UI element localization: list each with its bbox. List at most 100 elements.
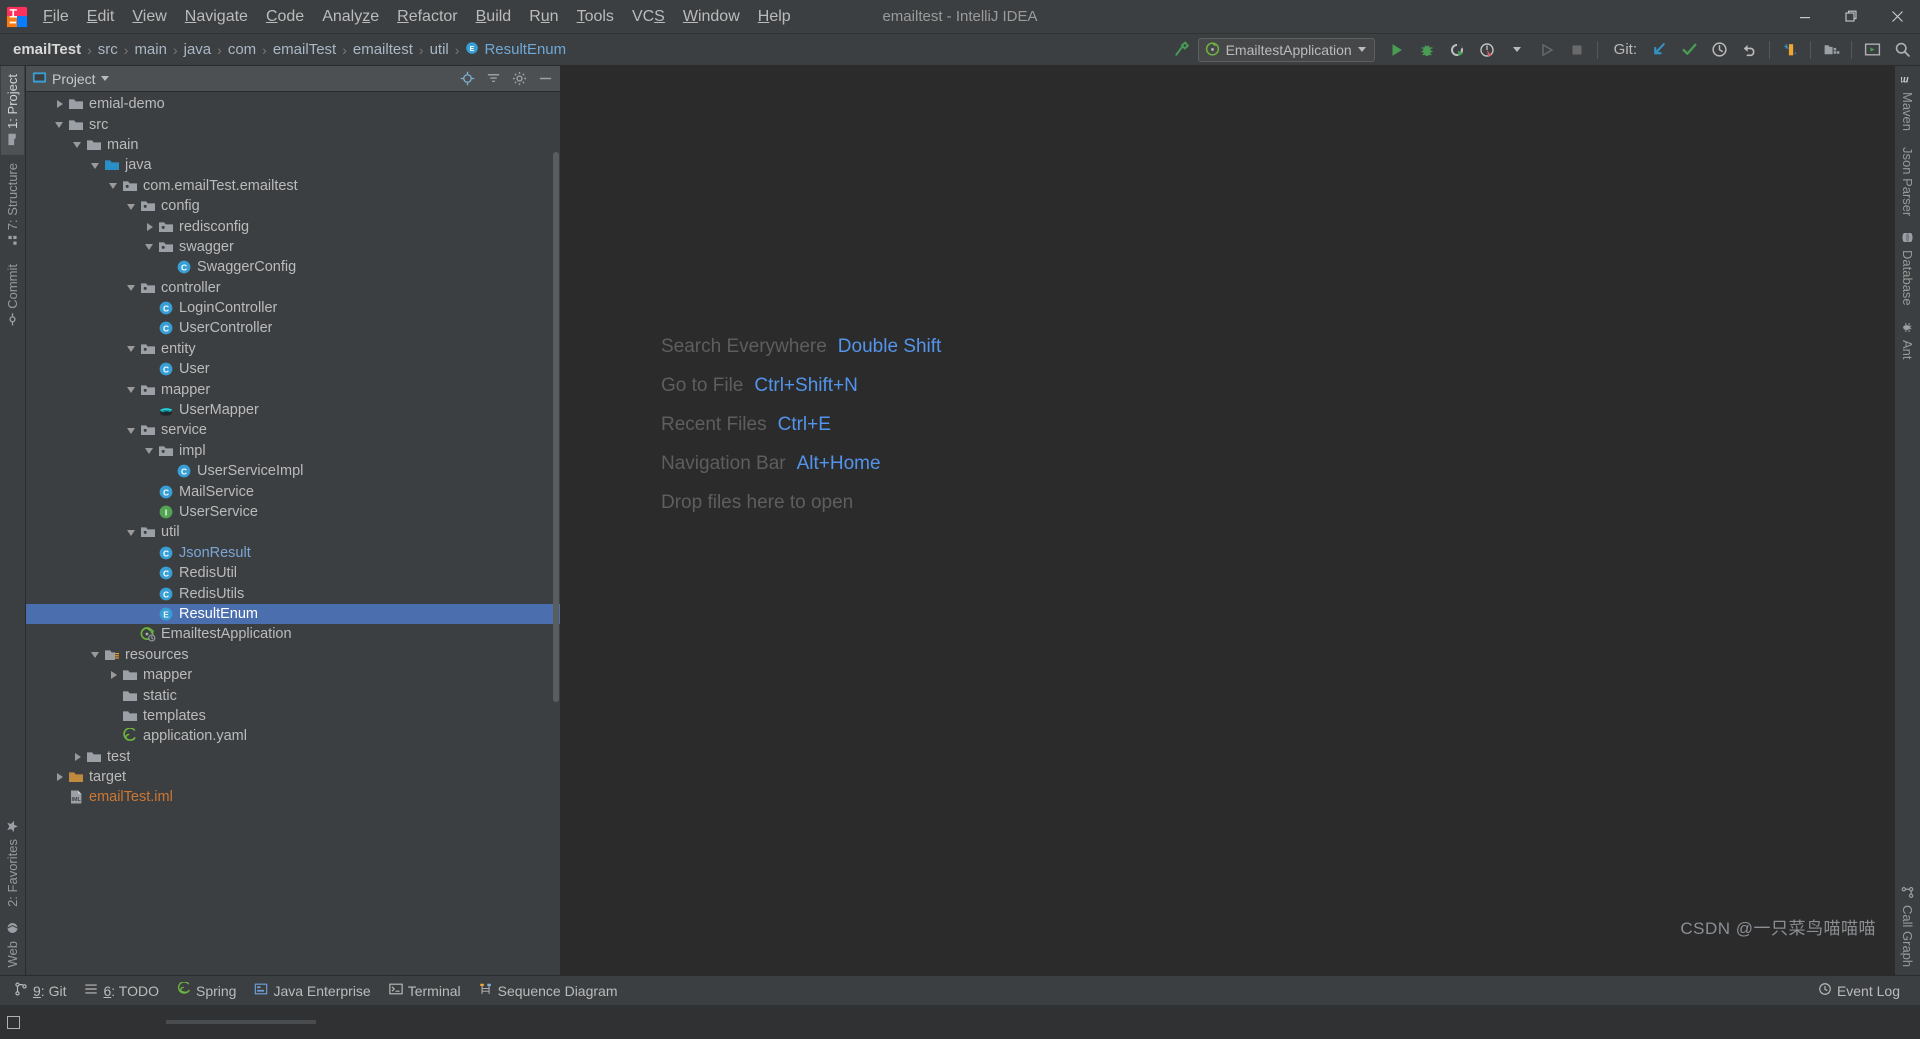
profiler-dropdown[interactable] — [1503, 37, 1531, 63]
chevron-down-icon[interactable] — [126, 282, 138, 294]
sidebar-item-call-graph[interactable]: Call Graph — [1896, 879, 1919, 975]
menu-code[interactable]: Code — [257, 5, 313, 29]
menu-view[interactable]: View — [123, 5, 175, 29]
tree-row[interactable]: C RedisUtils — [26, 583, 560, 603]
stop-button[interactable] — [1563, 37, 1591, 63]
tree-row[interactable]: templates — [26, 706, 560, 726]
menu-analyze[interactable]: Analyze — [313, 5, 388, 29]
breadcrumb-item-8[interactable]: E ResultEnum — [460, 39, 571, 61]
update-project-icon[interactable] — [1645, 37, 1673, 63]
collapse-all-button[interactable] — [484, 70, 502, 88]
tree-row[interactable]: UserMapper — [26, 400, 560, 420]
breadcrumb-item-3[interactable]: java — [179, 39, 217, 60]
chevron-down-icon[interactable] — [126, 526, 138, 538]
gear-icon[interactable] — [510, 70, 528, 88]
chevron-right-icon[interactable] — [144, 221, 156, 233]
sidebar-item-web[interactable]: Web — [1, 915, 24, 976]
menu-refactor[interactable]: Refactor — [388, 5, 466, 29]
sidebar-item-favorites[interactable]: 2: Favorites — [1, 813, 24, 915]
tree-row[interactable]: util — [26, 522, 560, 542]
chevron-down-icon[interactable] — [90, 649, 102, 661]
chevron-down-icon[interactable] — [126, 384, 138, 396]
chevron-down-icon[interactable] — [54, 119, 66, 131]
status-item-todo[interactable]: 6: TODO — [76, 979, 167, 1002]
sidebar-item-structure[interactable]: 7: Structure — [1, 155, 24, 256]
chevron-down-icon[interactable] — [144, 445, 156, 457]
commit-icon[interactable] — [1675, 37, 1703, 63]
menu-window[interactable]: Window — [674, 5, 749, 29]
chevron-down-icon[interactable] — [72, 139, 84, 151]
menu-file[interactable]: File — [34, 5, 78, 29]
taskbar-window-item[interactable] — [166, 1020, 316, 1024]
status-item-git[interactable]: 9: Git — [6, 979, 74, 1002]
breadcrumb-item-6[interactable]: emailtest — [348, 39, 418, 60]
menu-run[interactable]: Run — [520, 5, 567, 29]
debug-button[interactable] — [1413, 37, 1441, 63]
tree-row[interactable]: emial-demo — [26, 94, 560, 114]
sidebar-item-commit[interactable]: Commit — [1, 256, 24, 335]
tree-row[interactable]: static — [26, 685, 560, 705]
tree-row[interactable]: swagger — [26, 237, 560, 257]
minimize-button[interactable] — [1782, 0, 1828, 34]
run-with-coverage-button[interactable] — [1443, 37, 1471, 63]
tree-row[interactable]: C RedisUtil — [26, 563, 560, 583]
tree-row[interactable]: controller — [26, 278, 560, 298]
tree-row[interactable]: com.emailTest.emailtest — [26, 176, 560, 196]
chevron-right-icon[interactable] — [54, 771, 66, 783]
sidebar-item-json-parser[interactable]: Json Parser — [1896, 139, 1919, 224]
status-item-spring[interactable]: Spring — [169, 979, 244, 1002]
tree-row[interactable]: C JsonResult — [26, 543, 560, 563]
chevron-right-icon[interactable] — [54, 98, 66, 110]
tree-row[interactable]: entity — [26, 339, 560, 359]
breadcrumb-item-1[interactable]: src — [93, 39, 123, 60]
tree-row[interactable]: redisconfig — [26, 216, 560, 236]
tree-row[interactable]: IML emailTest.iml — [26, 787, 560, 807]
tree-row[interactable]: mapper — [26, 379, 560, 399]
tree-scrollbar-thumb[interactable] — [553, 152, 559, 702]
breadcrumb-item-2[interactable]: main — [129, 39, 172, 60]
breadcrumb-item-5[interactable]: emailTest — [268, 39, 341, 60]
search-everywhere-icon[interactable] — [1888, 37, 1916, 63]
chevron-right-icon[interactable] — [108, 669, 120, 681]
breadcrumb-item-7[interactable]: util — [425, 39, 454, 60]
run-button[interactable] — [1383, 37, 1411, 63]
status-item-terminal[interactable]: Terminal — [381, 979, 469, 1002]
chevron-down-icon[interactable] — [126, 200, 138, 212]
tree-row[interactable]: src — [26, 114, 560, 134]
tree-row[interactable]: java — [26, 155, 560, 175]
hammer-icon[interactable] — [1168, 37, 1196, 63]
menu-help[interactable]: Help — [749, 5, 800, 29]
project-structure-icon[interactable] — [1817, 37, 1845, 63]
bookmarks-icon[interactable] — [1776, 37, 1804, 63]
sidebar-item-ant[interactable]: Ant — [1896, 314, 1919, 368]
editor-area[interactable]: Search Everywhere Double Shift Go to File C… — [561, 66, 1894, 975]
status-item-sequence-diagram[interactable]: Sequence Diagram — [471, 979, 626, 1002]
menu-tools[interactable]: Tools — [568, 5, 623, 29]
tree-row-selected[interactable]: E ResultEnum — [26, 603, 560, 625]
status-item-java-enterprise[interactable]: Java Enterprise — [246, 979, 378, 1002]
tree-row[interactable]: I UserService — [26, 502, 560, 522]
project-panel-title[interactable]: Project — [32, 70, 109, 88]
breadcrumb-item-4[interactable]: com — [223, 39, 261, 60]
project-tree[interactable]: emial-demo src main java com.emailTest.email… — [26, 92, 560, 975]
history-icon[interactable] — [1705, 37, 1733, 63]
tree-row[interactable]: main — [26, 135, 560, 155]
menu-vcs[interactable]: VCS — [623, 5, 674, 29]
sidebar-item-maven[interactable]: m Maven — [1896, 66, 1919, 139]
tree-scrollbar[interactable] — [552, 92, 560, 975]
rollback-icon[interactable] — [1735, 37, 1763, 63]
chevron-down-icon[interactable] — [126, 343, 138, 355]
chevron-down-icon[interactable] — [108, 180, 120, 192]
tree-row[interactable]: impl — [26, 441, 560, 461]
chevron-down-icon[interactable] — [90, 159, 102, 171]
close-button[interactable] — [1874, 0, 1920, 34]
tree-row[interactable]: test — [26, 747, 560, 767]
tree-row[interactable]: C MailService — [26, 481, 560, 501]
sidebar-item-database[interactable]: Database — [1896, 224, 1919, 314]
attach-button[interactable] — [1533, 37, 1561, 63]
tree-row[interactable]: C LoginController — [26, 298, 560, 318]
tree-row[interactable]: C User — [26, 359, 560, 379]
chevron-down-icon[interactable] — [126, 424, 138, 436]
breadcrumb-item-0[interactable]: emailTest — [8, 39, 86, 60]
run-configuration-selector[interactable]: EmailtestApplication — [1197, 37, 1375, 62]
